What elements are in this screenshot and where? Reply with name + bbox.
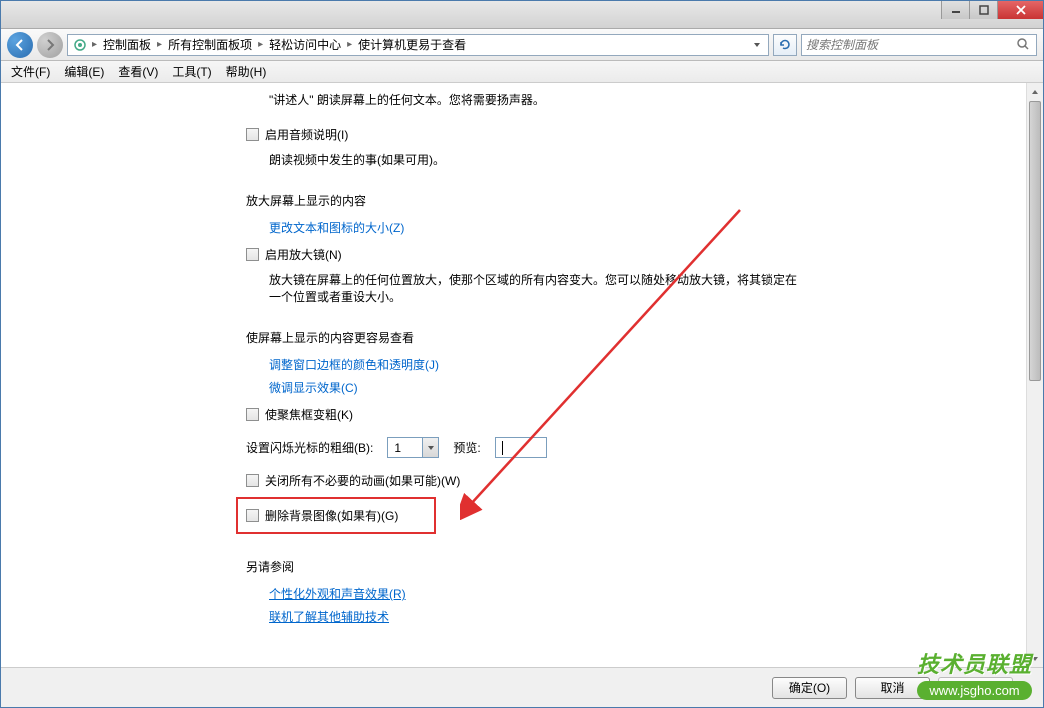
maximize-button[interactable] — [969, 1, 997, 19]
magnifier-desc: 放大镜在屏幕上的任何位置放大，使那个区域的所有内容变大。您可以随处移动放大镜，将… — [246, 271, 806, 305]
menu-tools[interactable]: 工具(T) — [166, 61, 217, 82]
control-panel-icon — [72, 37, 88, 53]
cursor-preview-box — [495, 437, 547, 458]
breadcrumb-item[interactable]: 轻松访问中心 — [267, 36, 343, 53]
cursor-width-select[interactable]: 1 — [387, 437, 439, 458]
close-button[interactable] — [997, 1, 1043, 19]
preview-label: 预览: — [453, 439, 480, 456]
link-assistive[interactable]: 联机了解其他辅助技术 — [246, 608, 996, 625]
audio-desc-checkbox[interactable] — [246, 128, 259, 141]
highlight-annotation: 删除背景图像(如果有)(G) — [236, 497, 436, 534]
remove-bg-label: 删除背景图像(如果有)(G) — [265, 507, 398, 524]
cursor-width-label: 设置闪烁光标的粗细(B): — [246, 439, 373, 456]
breadcrumb-sep: ▸ — [90, 39, 99, 50]
scroll-up-arrow[interactable] — [1027, 83, 1043, 100]
search-input[interactable] — [806, 38, 1016, 52]
narrator-description: "讲述人" 朗读屏幕上的任何文本。您将需要扬声器。 — [246, 91, 996, 108]
section-easier-header: 使屏幕上显示的内容更容易查看 — [246, 329, 996, 346]
magnifier-checkbox[interactable] — [246, 248, 259, 261]
link-border[interactable]: 调整窗口边框的颜色和透明度(J) — [246, 356, 996, 373]
apply-button[interactable]: 应用(P) — [938, 677, 1013, 699]
addressbar[interactable]: ▸ 控制面板 ▸ 所有控制面板项 ▸ 轻松访问中心 ▸ 使计算机更易于查看 — [67, 34, 769, 56]
breadcrumb-sep: ▸ — [256, 39, 265, 50]
breadcrumb-item[interactable]: 控制面板 — [101, 36, 153, 53]
navbar: ▸ 控制面板 ▸ 所有控制面板项 ▸ 轻松访问中心 ▸ 使计算机更易于查看 — [1, 29, 1043, 61]
menu-help[interactable]: 帮助(H) — [220, 61, 273, 82]
menu-view[interactable]: 查看(V) — [112, 61, 164, 82]
breadcrumb-item[interactable]: 所有控制面板项 — [166, 36, 254, 53]
section-seealso-header: 另请参阅 — [246, 558, 996, 575]
address-dropdown-icon[interactable] — [750, 41, 764, 49]
chevron-down-icon[interactable] — [422, 438, 438, 457]
audio-desc-text: 朗读视频中发生的事(如果可用)。 — [246, 151, 996, 168]
audio-desc-label: 启用音频说明(I) — [265, 126, 348, 143]
focus-rect-checkbox[interactable] — [246, 408, 259, 421]
menubar: 文件(F) 编辑(E) 查看(V) 工具(T) 帮助(H) — [1, 61, 1043, 83]
section-magnify-header: 放大屏幕上显示的内容 — [246, 192, 996, 209]
link-text-size[interactable]: 更改文本和图标的大小(Z) — [246, 219, 996, 236]
ok-button[interactable]: 确定(O) — [772, 677, 847, 699]
search-icon[interactable] — [1016, 37, 1032, 53]
breadcrumb-item[interactable]: 使计算机更易于查看 — [356, 36, 468, 53]
cursor-preview — [502, 441, 503, 455]
searchbox[interactable] — [801, 34, 1037, 56]
animation-off-checkbox[interactable] — [246, 474, 259, 487]
remove-bg-checkbox[interactable] — [246, 509, 259, 522]
menu-file[interactable]: 文件(F) — [5, 61, 56, 82]
content-main: "讲述人" 朗读屏幕上的任何文本。您将需要扬声器。 启用音频说明(I) 朗读视频… — [1, 83, 1026, 667]
breadcrumb-sep: ▸ — [345, 39, 354, 50]
vertical-scrollbar[interactable] — [1026, 83, 1043, 667]
cursor-width-value: 1 — [388, 441, 422, 455]
nav-back-button[interactable] — [7, 32, 33, 58]
scrollbar-thumb[interactable] — [1029, 101, 1041, 381]
refresh-button[interactable] — [773, 34, 797, 56]
link-personalize[interactable]: 个性化外观和声音效果(R) — [246, 585, 996, 602]
cancel-button[interactable]: 取消 — [855, 677, 930, 699]
breadcrumb-sep: ▸ — [155, 39, 164, 50]
scroll-down-arrow[interactable] — [1027, 650, 1043, 667]
bottom-bar: 确定(O) 取消 应用(P) — [1, 667, 1043, 707]
minimize-button[interactable] — [941, 1, 969, 19]
focus-rect-label: 使聚焦框变粗(K) — [265, 406, 353, 423]
magnifier-label: 启用放大镜(N) — [265, 246, 342, 263]
link-finetuning[interactable]: 微调显示效果(C) — [246, 379, 996, 396]
animation-off-label: 关闭所有不必要的动画(如果可能)(W) — [265, 472, 460, 489]
nav-forward-button[interactable] — [37, 32, 63, 58]
menu-edit[interactable]: 编辑(E) — [58, 61, 110, 82]
titlebar — [1, 1, 1043, 29]
